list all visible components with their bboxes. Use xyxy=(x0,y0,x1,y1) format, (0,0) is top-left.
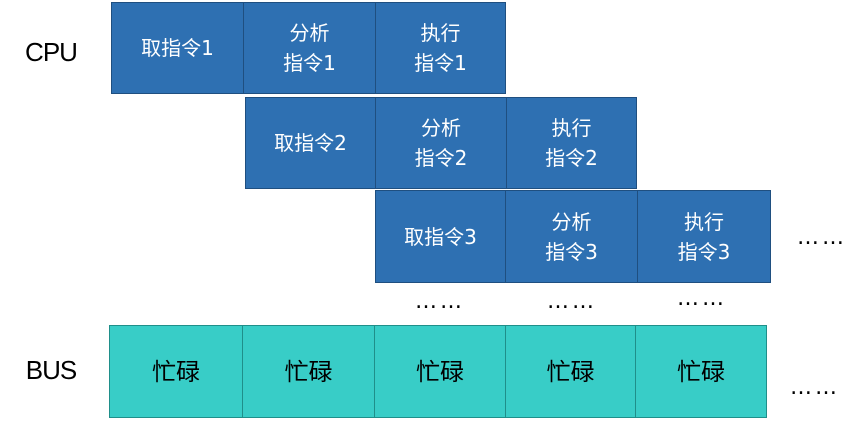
execute-instruction-2-line2: 指令2 xyxy=(545,146,598,170)
analyze-instruction-2-line2: 指令2 xyxy=(414,146,468,170)
analyze-instruction-2-line1: 分析 xyxy=(420,116,461,140)
execute-instruction-3-line1: 执行 xyxy=(683,209,724,234)
continuation-ellipsis-bus-right: …… xyxy=(790,375,840,400)
bus-busy-label-1: 忙碌 xyxy=(152,357,200,386)
continuation-ellipsis-col5: …… xyxy=(677,286,727,311)
execute-instruction-1-line2: 指令1 xyxy=(414,51,467,75)
execute-instruction-1-box: 执行 指令1 xyxy=(375,2,506,94)
fetch-instruction-1-box: 取指令1 xyxy=(111,2,244,94)
fetch-instruction-3-box: 取指令3 xyxy=(375,190,506,283)
analyze-instruction-3-line1: 分析 xyxy=(551,209,592,234)
bus-busy-box-4: 忙碌 xyxy=(505,325,636,418)
bus-busy-box-1: 忙碌 xyxy=(109,325,243,418)
analyze-instruction-1-box: 分析 指令1 xyxy=(243,2,376,94)
bus-busy-label-4: 忙碌 xyxy=(546,357,595,386)
execute-instruction-2-box: 执行 指令2 xyxy=(506,97,637,189)
analyze-instruction-3-box: 分析 指令3 xyxy=(505,190,638,283)
fetch-instruction-3-label: 取指令3 xyxy=(404,224,477,249)
bus-busy-label-3: 忙碌 xyxy=(416,357,464,386)
bus-busy-box-3: 忙碌 xyxy=(374,325,506,418)
execute-instruction-1-line1: 执行 xyxy=(420,21,461,45)
cpu-label: CPU xyxy=(25,37,78,67)
fetch-instruction-2-label: 取指令2 xyxy=(274,131,347,155)
analyze-instruction-1-line2: 指令1 xyxy=(283,51,336,75)
analyze-instruction-2-box: 分析 指令2 xyxy=(375,97,507,189)
continuation-ellipsis-col3: …… xyxy=(415,289,465,314)
bus-label: BUS xyxy=(25,355,77,385)
analyze-instruction-1-line1: 分析 xyxy=(289,21,330,45)
continuation-ellipsis-cpu-right: …… xyxy=(797,225,847,250)
fetch-instruction-1-label: 取指令1 xyxy=(141,36,214,60)
fetch-instruction-2-box: 取指令2 xyxy=(245,97,376,189)
bus-busy-box-5: 忙碌 xyxy=(635,325,767,418)
execute-instruction-3-box: 执行 指令3 xyxy=(637,190,771,283)
bus-busy-label-2: 忙碌 xyxy=(284,357,333,386)
bus-busy-label-5: 忙碌 xyxy=(677,357,725,386)
execute-instruction-3-line2: 指令3 xyxy=(677,239,731,264)
continuation-ellipsis-col4: …… xyxy=(547,289,597,314)
analyze-instruction-3-line2: 指令3 xyxy=(545,239,598,264)
execute-instruction-2-line1: 执行 xyxy=(551,116,592,140)
bus-busy-box-2: 忙碌 xyxy=(242,325,375,418)
